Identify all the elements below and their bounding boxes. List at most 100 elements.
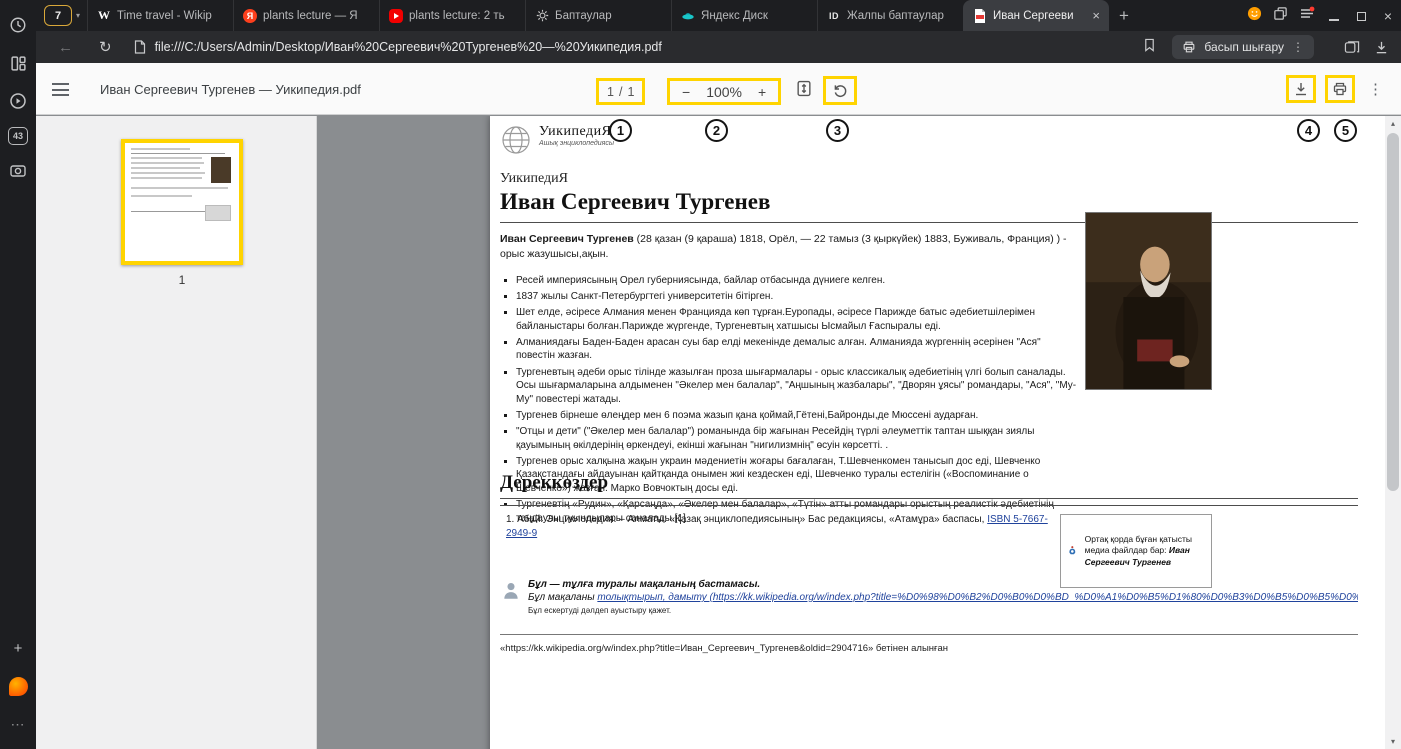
tab-turgenev-pdf[interactable]: Иван Сергееви × <box>963 0 1109 31</box>
reference-text: 1. Абай. Энциклопедия. – Алматы: «Қазақ … <box>506 514 987 525</box>
copy-tabs-icon[interactable] <box>1273 6 1288 26</box>
tab-close-icon[interactable]: × <box>1092 8 1100 23</box>
page-current[interactable]: 1 <box>607 85 614 99</box>
bookmark-flag-icon[interactable] <box>1143 38 1156 57</box>
zoom-in-button[interactable]: + <box>758 84 766 100</box>
notifications-icon[interactable] <box>1299 5 1315 26</box>
printer-icon <box>1332 81 1348 97</box>
panels-icon[interactable] <box>6 51 30 75</box>
wikipedia-globe-icon <box>500 124 532 156</box>
printer-icon <box>1182 40 1196 54</box>
document-icon <box>134 40 146 54</box>
wikipedia-wordmark: УикипедиЯ <box>539 124 614 140</box>
messenger-icon[interactable] <box>6 674 30 698</box>
stub-line-2-prefix: Бұл мақаланы <box>528 592 597 603</box>
turgenev-portrait-image <box>1085 212 1212 390</box>
download-icon-highlighted[interactable] <box>1286 75 1316 103</box>
tab-label: Time travel - Wikip <box>117 10 224 22</box>
page-separator: / <box>619 85 622 99</box>
article-bullet: Шет елде, әсіресе Алмания менен Францияд… <box>516 306 1078 333</box>
pdf-viewer-area[interactable]: УикипедиЯ Ашық энциклопедиясы УикипедиЯ … <box>317 116 1385 749</box>
thumbnail-infobox-block <box>205 205 231 221</box>
rotate-icon-highlighted[interactable] <box>823 76 857 105</box>
intro-subject-name: Иван Сергеевич Тургенев <box>500 233 634 245</box>
menu-icon[interactable] <box>52 83 69 100</box>
tabbar-right-controls: × <box>1247 0 1396 31</box>
tab-settings[interactable]: Баптаулар <box>525 0 671 31</box>
tab-time-travel[interactable]: W Time travel - Wikip <box>87 0 233 31</box>
video-icon[interactable] <box>6 89 30 113</box>
tab-label: Баптаулар <box>555 10 662 22</box>
zoom-out-button[interactable]: − <box>682 84 690 100</box>
back-icon[interactable]: ← <box>58 39 73 56</box>
url-field[interactable]: file:///C:/Users/Admin/Desktop/Иван%20Се… <box>134 40 1144 54</box>
print-icon-highlighted[interactable] <box>1325 75 1355 103</box>
article-intro: Иван Сергеевич Тургенев (28 қазан (9 қар… <box>500 232 1078 262</box>
print-button-label: басып шығару <box>1204 40 1284 54</box>
pdf-filename: Иван Сергеевич Тургенев — Уикипедия.pdf <box>100 82 361 97</box>
tab-label: Жалпы баптаулар <box>847 10 954 22</box>
id-icon: ID <box>827 9 841 23</box>
commons-box-text: Ортақ қорда бұған қатысты медиа файлдар … <box>1085 534 1204 568</box>
downloads-icon[interactable] <box>1374 40 1389 55</box>
expand-article-link[interactable]: толықтырып, дамыту (https://kk.wikipedia… <box>597 592 1358 603</box>
add-panel-icon[interactable]: + <box>6 636 30 660</box>
rail-more-icon[interactable]: ⋯ <box>6 712 30 736</box>
refresh-icon[interactable]: ↻ <box>99 38 112 56</box>
article-bullet: Тургеневтың әдеби орыс тілінде жазылған … <box>516 366 1078 407</box>
address-bar: ← ↻ file:///C:/Users/Admin/Desktop/Иван%… <box>36 31 1401 63</box>
thumbnail-page-number: 1 <box>121 273 243 287</box>
scroll-down-arrow[interactable]: ▾ <box>1385 737 1401 746</box>
tab-yandex-disk[interactable]: Яндекс Диск <box>671 0 817 31</box>
print-options-kebab-icon[interactable]: ⋮ <box>1292 40 1304 54</box>
page-total: 1 <box>627 85 634 99</box>
counter-badge[interactable]: 43 <box>8 127 28 145</box>
plus-glyph: + <box>14 640 23 657</box>
window-maximize-button[interactable] <box>1353 8 1369 24</box>
toolbar-right-controls: ⋮ <box>1286 75 1387 103</box>
tab-plants-lecture-search[interactable]: Я plants lecture — Я <box>233 0 379 31</box>
scroll-up-arrow[interactable]: ▴ <box>1385 119 1401 128</box>
tab-bar: 7 ▾ W Time travel - Wikip Я plants lectu… <box>36 0 1401 31</box>
footer-rule <box>500 634 1358 635</box>
stub-line-1: Бұл — тұлға туралы мақаланың бастамасы. <box>528 578 1358 591</box>
page-thumbnail[interactable] <box>121 139 243 265</box>
rotate-icon <box>832 82 849 99</box>
tab-counter-button[interactable]: 7 <box>44 5 72 26</box>
ellipsis-glyph: ⋯ <box>11 716 26 733</box>
fit-to-page-icon[interactable] <box>796 80 812 102</box>
new-tab-button[interactable]: + <box>1109 6 1139 26</box>
tab-label: Иван Сергееви <box>993 10 1086 22</box>
history-icon[interactable] <box>6 13 30 37</box>
window-minimize-button[interactable] <box>1326 8 1342 24</box>
tab-groups-icon[interactable] <box>1344 40 1360 55</box>
article-bullet: Алманиядағы Баден-Баден арасан суы бар е… <box>516 336 1078 363</box>
print-page-button[interactable]: басып шығару ⋮ <box>1172 35 1314 59</box>
window-close-button[interactable]: × <box>1380 8 1396 24</box>
zoom-level[interactable]: 100% <box>706 84 742 100</box>
stub-line-3: Бұл ескертуді дәлдеп ауыстыру қажет. <box>528 606 1358 616</box>
more-options-kebab-icon[interactable]: ⋮ <box>1364 80 1387 98</box>
browser-side-rail: 43 + ⋯ <box>0 0 36 749</box>
tab-plants-lecture-video[interactable]: plants lecture: 2 ть <box>379 0 525 31</box>
reference-item: 1. Абай. Энциклопедия. – Алматы: «Қазақ … <box>506 513 1054 541</box>
pdf-toolbar: Иван Сергеевич Тургенев — Уикипедия.pdf … <box>36 63 1401 115</box>
scrollbar-thumb[interactable] <box>1387 133 1399 491</box>
annotation-circle-2: 2 <box>705 119 728 142</box>
messenger-bubble <box>9 677 28 696</box>
references-rule <box>500 505 1358 506</box>
profile-avatar[interactable] <box>1247 6 1262 26</box>
thumbnail-image-block <box>211 157 231 183</box>
vertical-scrollbar[interactable]: ▴ ▾ <box>1385 116 1401 749</box>
tab-label: plants lecture — Я <box>263 10 370 22</box>
tab-list-chevron-icon[interactable]: ▾ <box>76 11 80 20</box>
pdf-file-icon <box>973 9 987 23</box>
tab-count: 7 <box>55 10 61 22</box>
tab-general-settings[interactable]: ID Жалпы баптаулар <box>817 0 963 31</box>
annotation-circle-3: 3 <box>826 119 849 142</box>
screenshot-icon[interactable] <box>6 159 30 183</box>
thumbnail-panel: 1 <box>36 116 317 749</box>
url-text: file:///C:/Users/Admin/Desktop/Иван%20Се… <box>155 40 662 54</box>
page-indicator-highlighted[interactable]: 1 / 1 <box>596 78 645 105</box>
wikipedia-tagline: Ашық энциклопедиясы <box>539 140 614 147</box>
